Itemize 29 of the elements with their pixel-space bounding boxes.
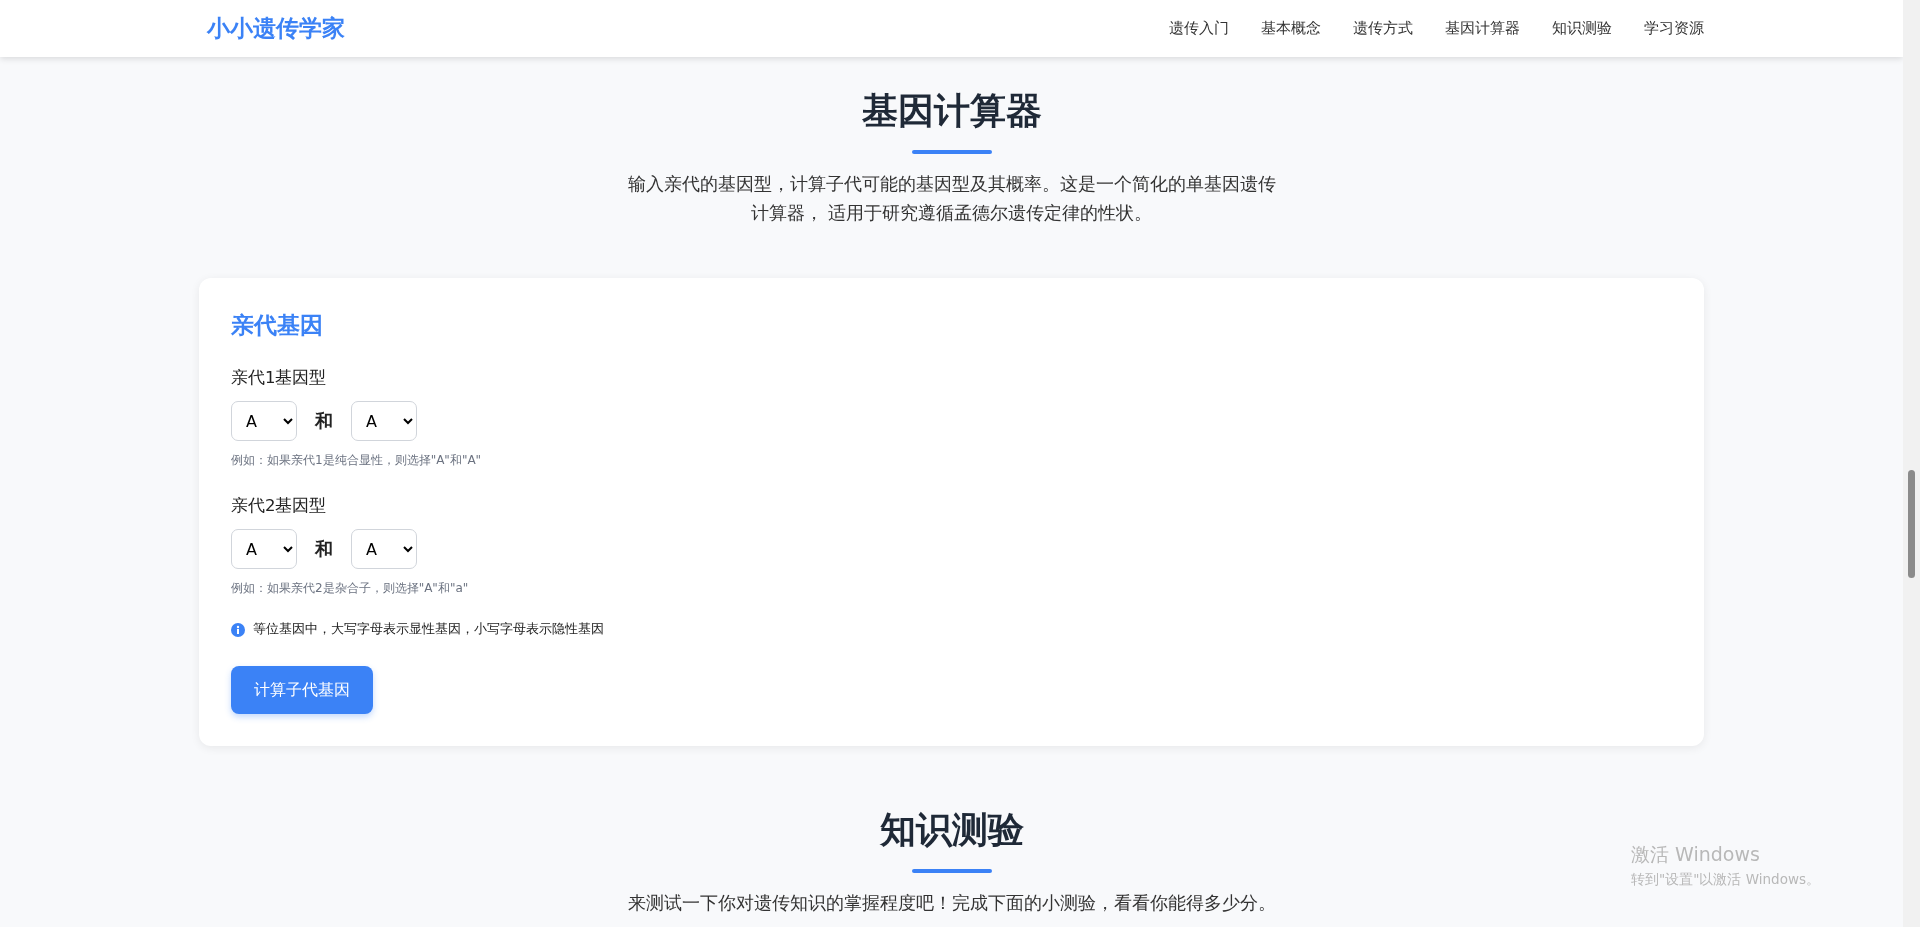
section-description: 来测试一下你对遗传知识的掌握程度吧！完成下面的小测验，看看你能得多少分。 (627, 892, 1276, 915)
nav-link[interactable]: 遗传入门 (1169, 19, 1229, 38)
nav-link[interactable]: 知识测验 (1552, 19, 1612, 38)
hint-text: 例如：如果亲代2是杂合子，则选择"A"和"a" (231, 580, 469, 597)
connector-text: 和 (313, 537, 334, 561)
section-title: 基因计算器 (861, 89, 1042, 133)
site-logo[interactable]: 小小遗传学家 (199, 13, 345, 44)
scrollbar[interactable] (1903, 0, 1920, 927)
section-title: 知识测验 (879, 808, 1024, 852)
activation-subtitle: 转到"设置"以激活 Windows。 (1631, 871, 1820, 889)
activation-title: 激活 Windows (1631, 842, 1761, 867)
section-description: 输入亲代的基因型，计算子代可能的基因型及其概率。这是一个简化的单基因遗传计算器， 适用于研究遵循孟德尔遗传定律的性状。 (626, 173, 1277, 225)
nav-link[interactable]: 基本概念 (1261, 19, 1321, 38)
allele-select[interactable]: A (231, 401, 297, 441)
genotype-label: 亲代2基因型 (231, 495, 327, 517)
hint-text: 例如：如果亲代1是纯合显性，则选择"A"和"A" (231, 452, 482, 469)
scrollbar-thumb[interactable] (1908, 470, 1915, 578)
info-text: 等位基因中，大写字母表示显性基因，小写字母表示隐性基因 (253, 621, 604, 638)
allele-select[interactable]: A (351, 401, 417, 441)
info-icon (231, 622, 245, 637)
nav-link[interactable]: 基因计算器 (1445, 19, 1520, 38)
nav-link[interactable]: 学习资源 (1644, 19, 1704, 38)
nav-link[interactable]: 遗传方式 (1353, 19, 1413, 38)
allele-select[interactable]: A (351, 529, 417, 569)
allele-select[interactable]: A (231, 529, 297, 569)
calculate-button[interactable]: 计算子代基因 (231, 666, 373, 714)
connector-text: 和 (313, 409, 334, 433)
genotype-label: 亲代1基因型 (231, 367, 327, 389)
card-heading: 亲代基因 (231, 311, 323, 340)
